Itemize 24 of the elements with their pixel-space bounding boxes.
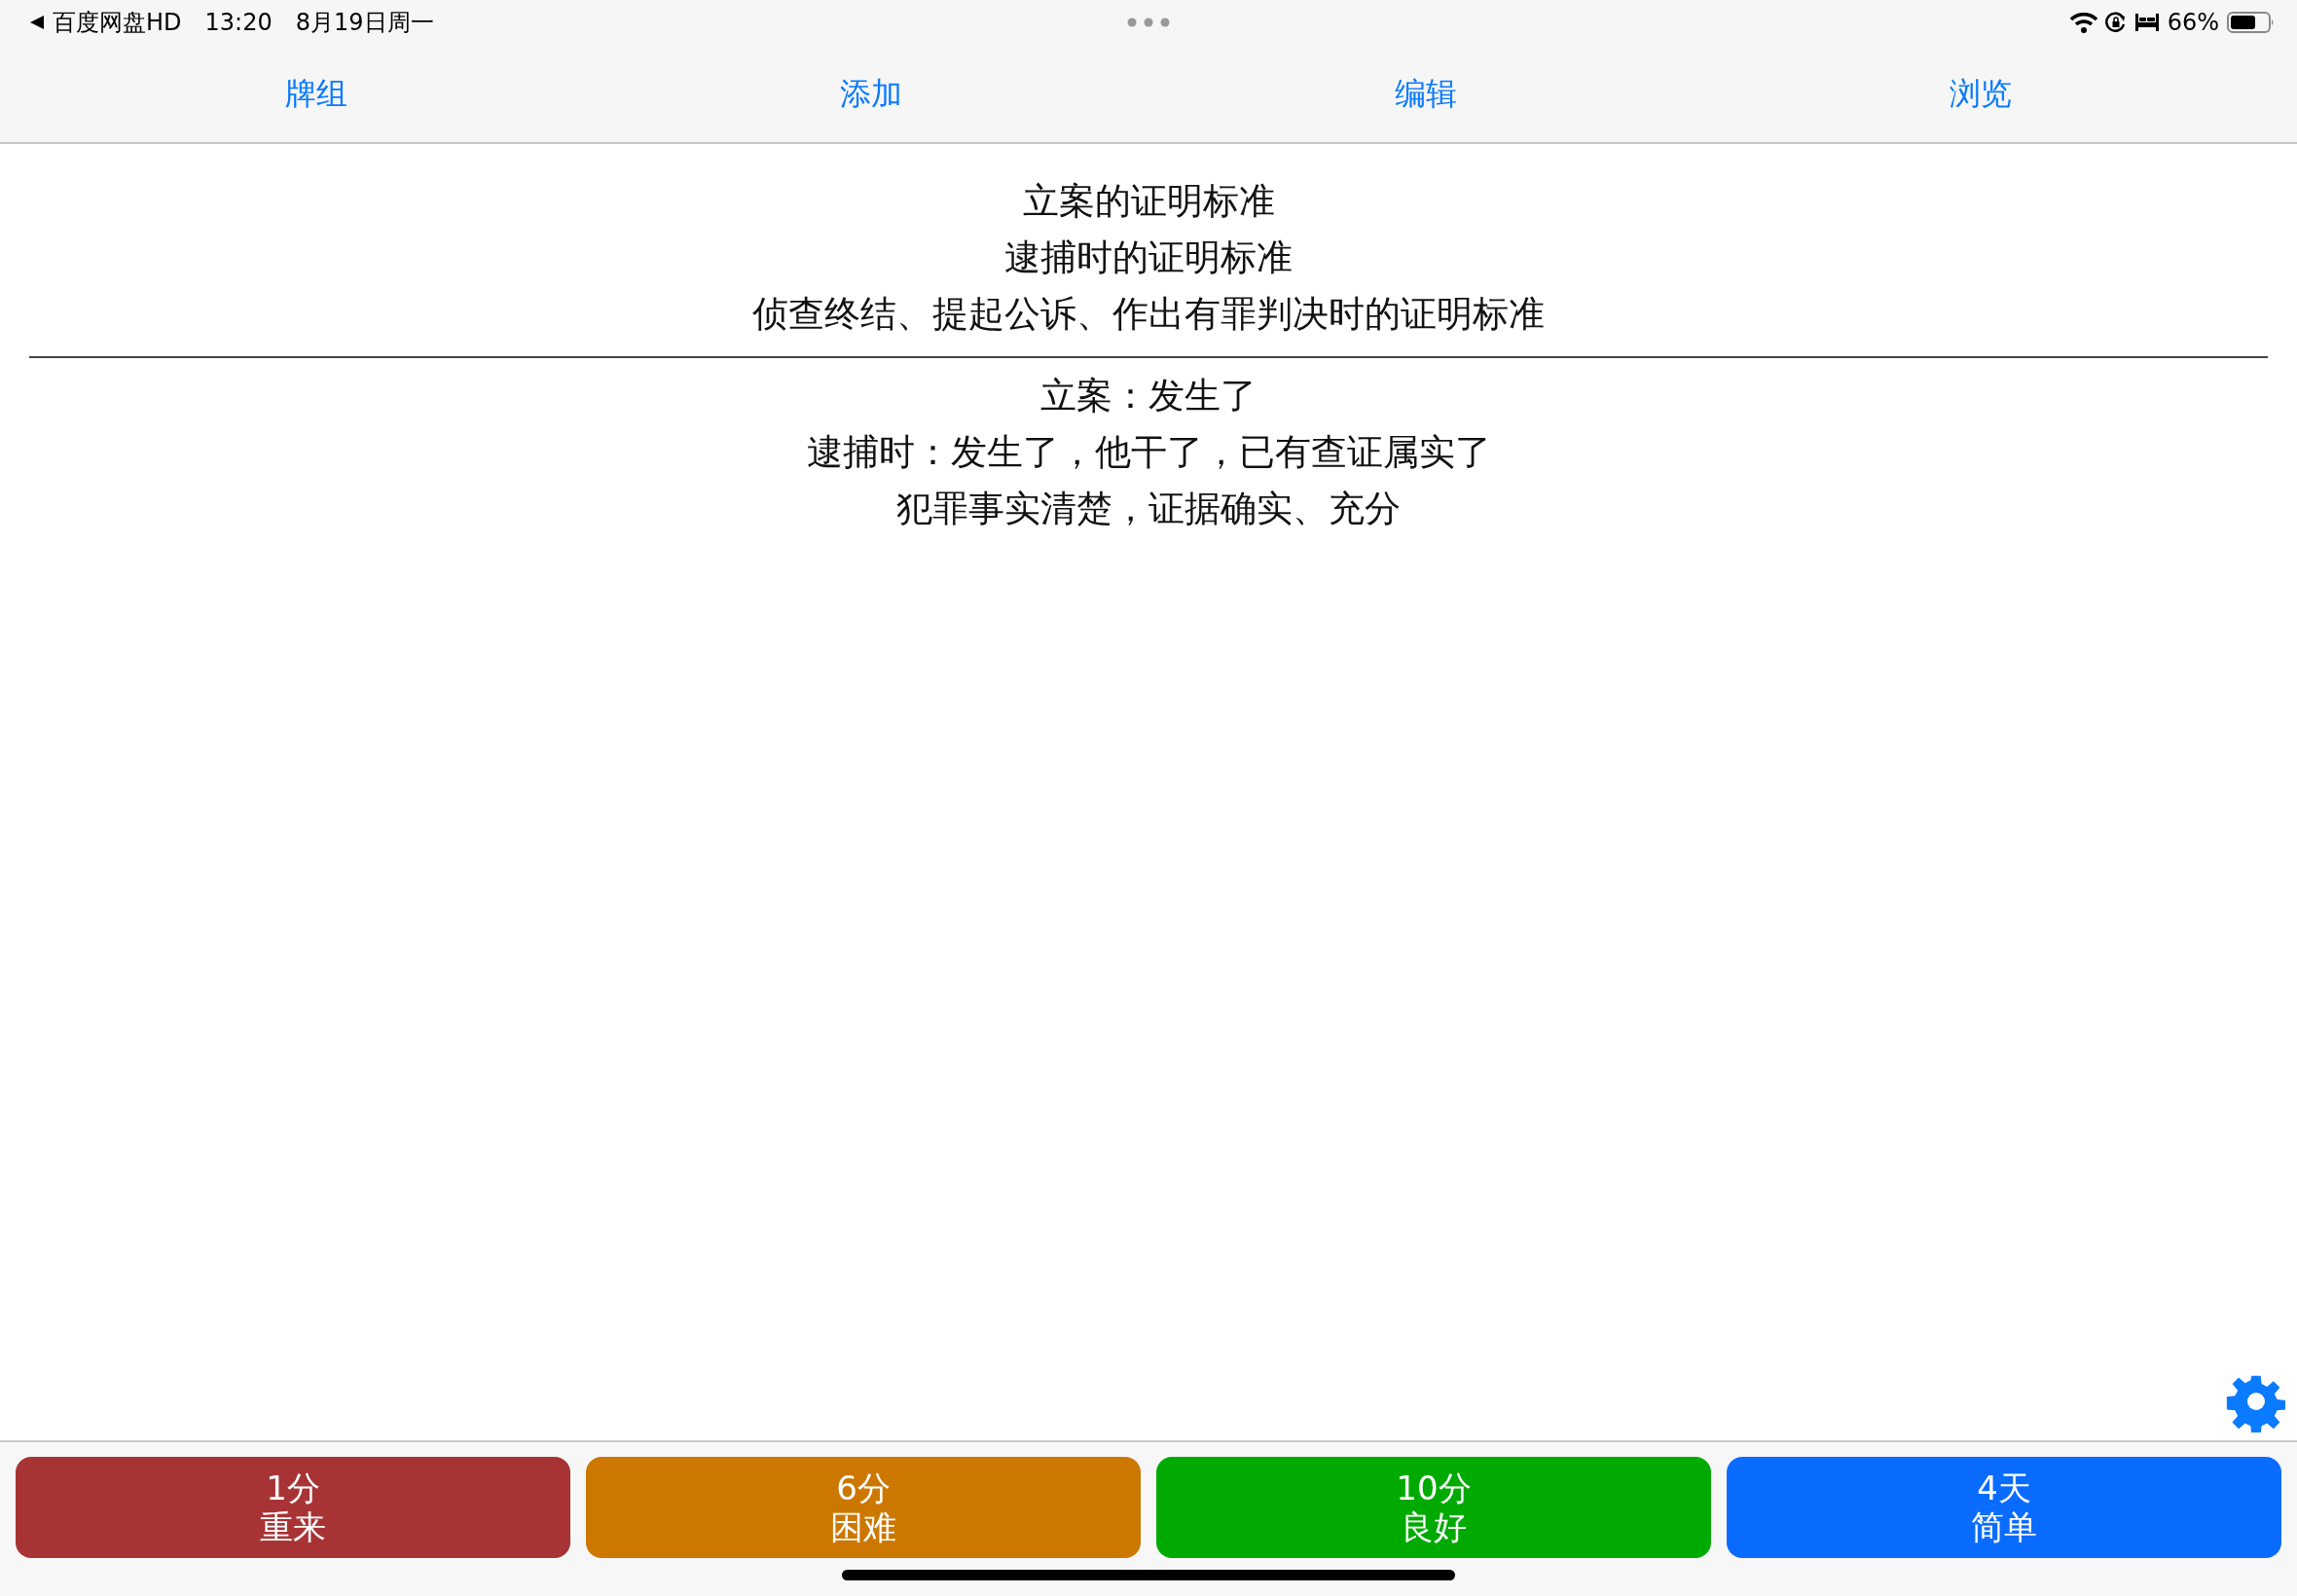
battery-icon xyxy=(2227,11,2276,34)
answer-text: 逮捕时：发生了，他干了，已有查证属实了 xyxy=(806,431,1491,473)
nav-tab[interactable]: 浏览 xyxy=(1950,70,2012,117)
wifi-icon xyxy=(2069,12,2097,33)
question-text: 立案的证明标准 xyxy=(1022,180,1275,222)
nav-tab[interactable]: 添加 xyxy=(840,70,902,117)
answer-button[interactable]: 1分 重来 xyxy=(16,1457,570,1558)
nav-tab[interactable]: 编辑 xyxy=(1395,70,1457,117)
battery-percentage: 66% xyxy=(2167,8,2219,38)
question-text: 侦查终结、提起公诉、作出有罪判决时的证明标准 xyxy=(752,293,1545,335)
answer-button[interactable]: 4天 简单 xyxy=(1727,1457,2281,1558)
answer-button[interactable]: 6分 困难 xyxy=(586,1457,1141,1558)
nav-tab[interactable]: 牌组 xyxy=(285,70,347,117)
status-time: 13:20 xyxy=(204,8,273,38)
bed-icon xyxy=(2133,13,2160,32)
multitasking-dots-icon[interactable] xyxy=(1127,18,1170,27)
answer-text: 立案：发生了 xyxy=(1040,375,1257,417)
back-app-label[interactable]: 百度网盘HD xyxy=(53,5,182,40)
answer-button[interactable]: 10分 良好 xyxy=(1156,1457,1711,1558)
question-text: 逮捕时的证明标准 xyxy=(1004,236,1293,278)
answer-text: 犯罪事实清楚，证据确实、充分 xyxy=(896,488,1401,529)
back-arrow-icon[interactable] xyxy=(29,15,45,30)
rotation-lock-icon xyxy=(2104,12,2127,33)
status-date: 8月19日周一 xyxy=(295,8,434,38)
